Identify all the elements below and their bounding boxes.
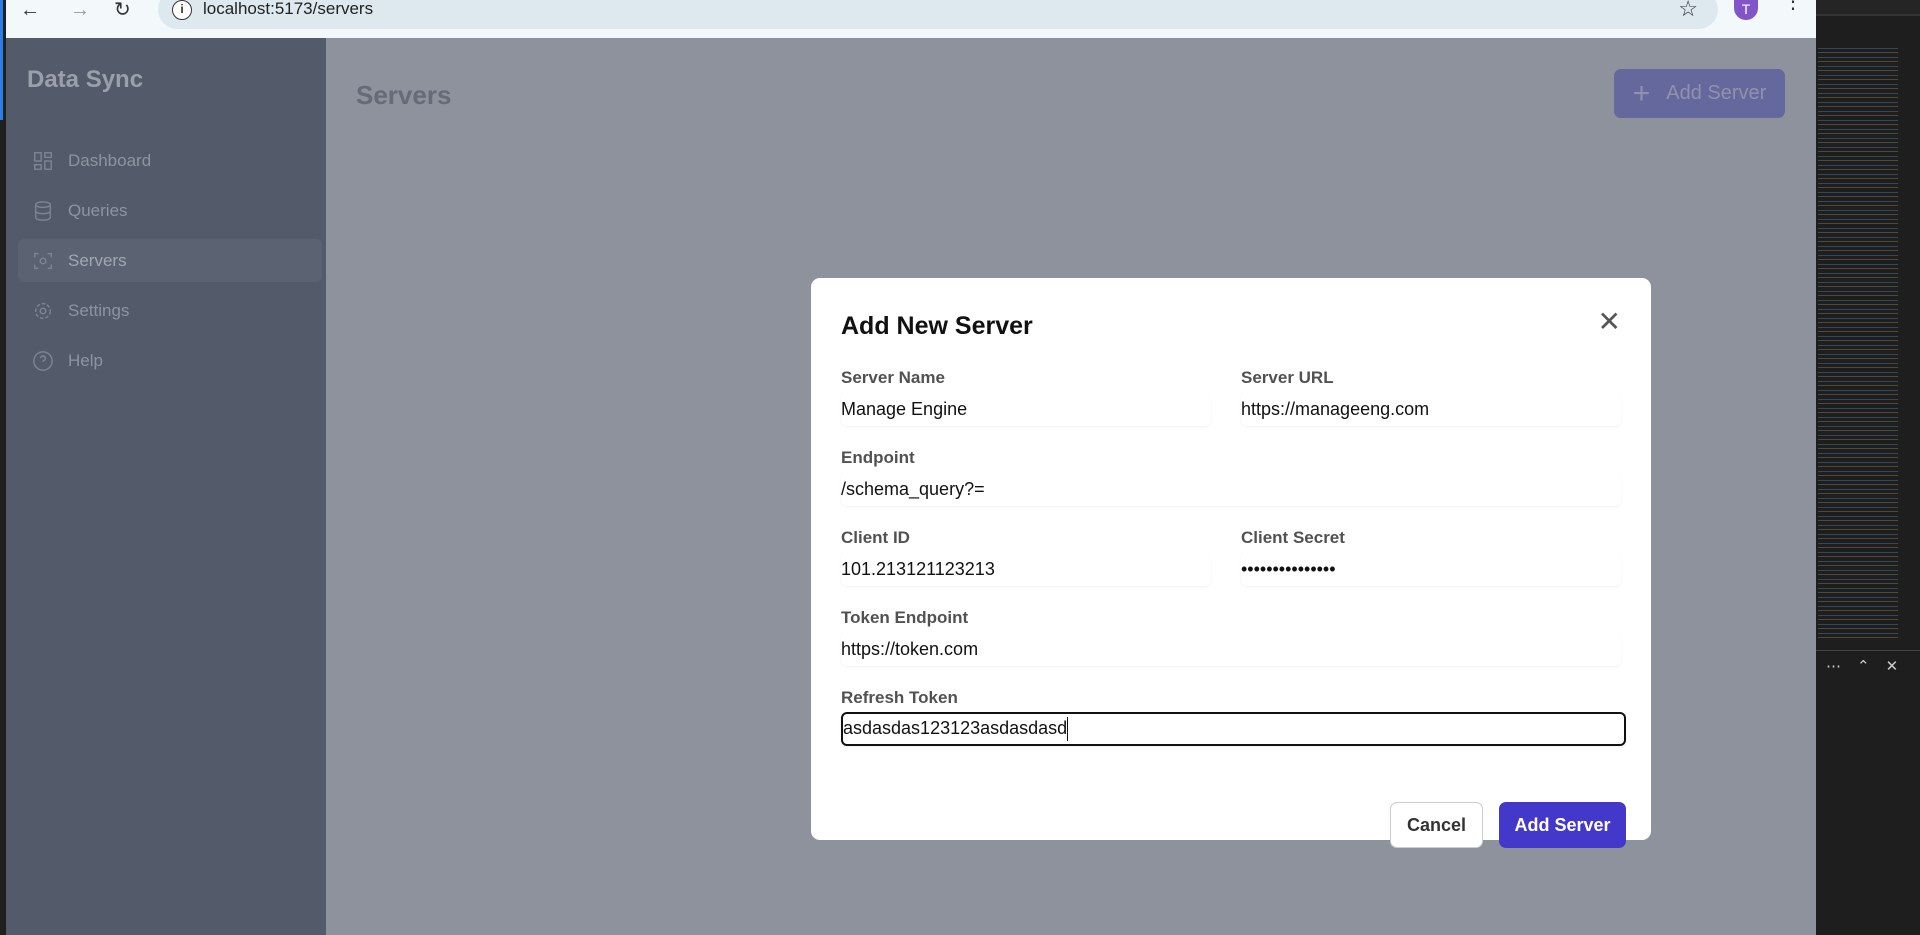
sidebar-item-label: Dashboard <box>68 150 152 170</box>
sidebar-item-help[interactable]: Help <box>18 339 322 382</box>
cancel-button[interactable]: Cancel <box>1390 802 1483 848</box>
gear-icon <box>34 302 52 319</box>
menu-kebab-icon[interactable]: ⋮ <box>1783 0 1803 12</box>
reload-icon[interactable]: ↻ <box>114 0 131 20</box>
brand-title: Data Sync <box>27 66 144 93</box>
chevron-up-icon[interactable]: ⌃ <box>1857 657 1870 675</box>
client-id-label: Client ID <box>841 528 910 547</box>
url-text[interactable]: localhost:5173/servers <box>203 0 373 19</box>
back-icon[interactable]: ← <box>20 0 40 20</box>
editor-tab-strip <box>1816 0 1920 16</box>
server-name-label: Server Name <box>841 368 945 387</box>
close-icon[interactable]: ✕ <box>1598 308 1621 336</box>
info-icon[interactable]: i <box>172 0 192 20</box>
client-secret-input[interactable]: ••••••••••••••• <box>1241 552 1621 586</box>
sidebar-item-label: Settings <box>68 300 130 320</box>
add-server-dialog: Add New Server ✕ Server Name Manage Engi… <box>811 278 1651 848</box>
address-bar[interactable]: i localhost:5173/servers ☆ <box>158 0 1718 29</box>
submit-add-server-button[interactable]: Add Server <box>1499 802 1626 848</box>
dashboard-icon <box>34 151 52 170</box>
sidebar-item-label: Queries <box>68 200 128 220</box>
server-name-input[interactable]: Manage Engine <box>841 392 1211 426</box>
token-endpoint-input[interactable]: https://token.com <box>841 632 1621 666</box>
more-icon[interactable]: ⋯ <box>1826 657 1841 675</box>
client-id-input[interactable]: 101.213121123213 <box>841 552 1211 586</box>
endpoint-input[interactable]: /schema_query?= <box>841 472 1621 506</box>
close-icon[interactable]: ✕ <box>1886 657 1899 675</box>
server-url-input[interactable]: https://manageeng.com <box>1241 392 1621 426</box>
main-content: Servers + Add Server Add New Server ✕ Ser… <box>326 38 1816 935</box>
add-server-button[interactable]: + Add Server <box>1614 69 1785 118</box>
client-secret-label: Client Secret <box>1241 528 1345 547</box>
endpoint-label: Endpoint <box>841 448 915 467</box>
sidebar-item-label: Help <box>68 350 103 370</box>
editor-side-panel: ⋯ ⌃ ✕ <box>1816 0 1920 935</box>
sidebar-item-label: Servers <box>68 250 127 270</box>
browser-toolbar: ← → ↻ i localhost:5173/servers ☆ T ⋮ <box>6 0 1816 38</box>
profile-avatar[interactable]: T <box>1734 0 1758 20</box>
forward-icon[interactable]: → <box>70 0 90 20</box>
text-caret <box>1067 717 1069 742</box>
sidebar-item-dashboard[interactable]: Dashboard <box>18 139 322 182</box>
dialog-title: Add New Server <box>841 312 1033 340</box>
sidebar: Data Sync Dashboard Queries Servers Sett… <box>6 38 326 935</box>
add-server-label: Add Server <box>1666 82 1767 104</box>
sidebar-item-queries[interactable]: Queries <box>18 189 322 232</box>
help-icon <box>33 350 53 371</box>
refresh-token-label: Refresh Token <box>841 688 958 707</box>
token-endpoint-label: Token Endpoint <box>841 608 969 627</box>
browser-window: ← → ↻ i localhost:5173/servers ☆ T ⋮ Dat… <box>6 0 1816 935</box>
sidebar-item-servers[interactable]: Servers <box>18 239 322 282</box>
find-widget-controls: ⋯ ⌃ ✕ <box>1816 650 1920 680</box>
server-icon <box>34 252 52 269</box>
refresh-token-input[interactable]: asdasdas123123asdasdasd <box>841 712 1626 746</box>
code-minimap <box>1818 48 1898 638</box>
bookmark-star-icon[interactable]: ☆ <box>1678 0 1698 22</box>
page-title: Servers <box>356 80 452 110</box>
server-url-label: Server URL <box>1241 368 1334 387</box>
database-icon <box>34 200 52 221</box>
refresh-token-value: asdasdas123123asdasdasd <box>843 718 1068 738</box>
sidebar-item-settings[interactable]: Settings <box>18 289 322 332</box>
plus-icon: + <box>1632 76 1651 110</box>
